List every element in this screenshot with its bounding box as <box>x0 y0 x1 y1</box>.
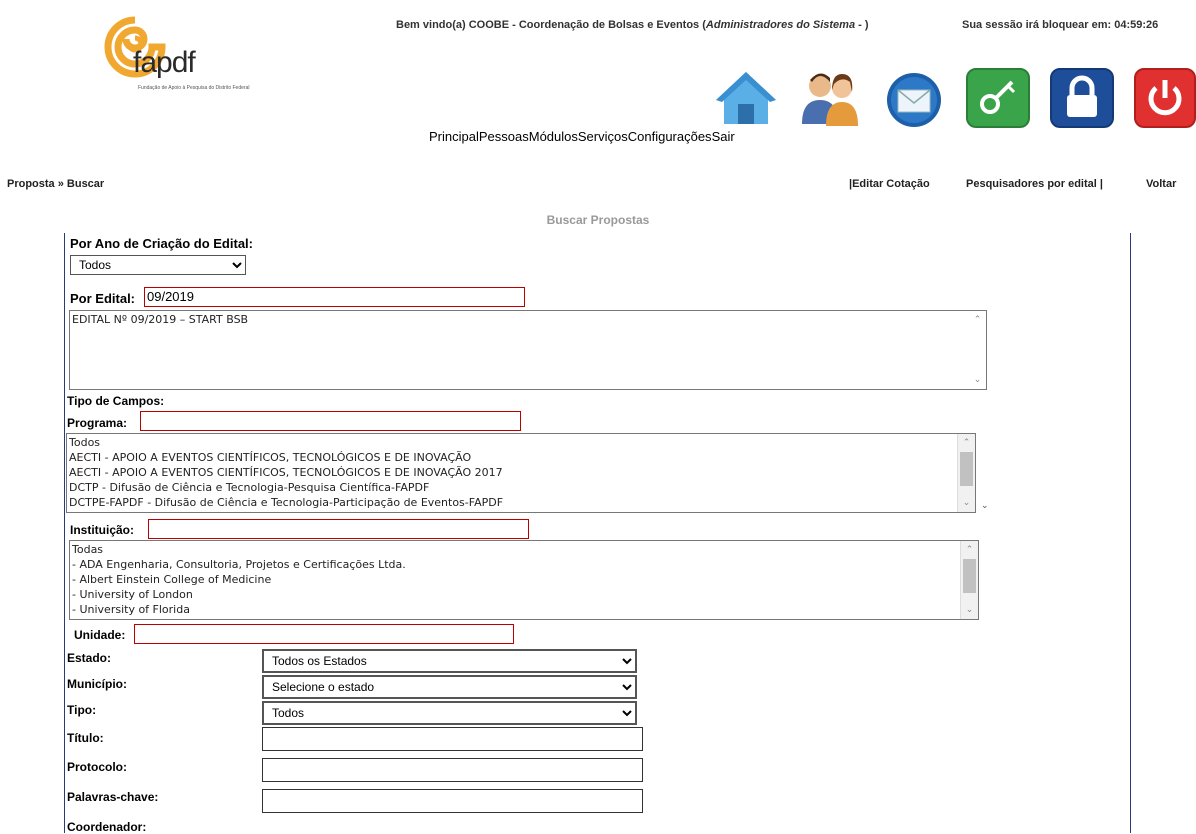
programa-listbox[interactable]: Todos AECTI - APOIO A EVENTOS CIENTÍFICO… <box>66 433 976 513</box>
link-editar-cotacao[interactable]: |Editar Cotação <box>849 178 930 190</box>
scroll-down-icon[interactable]: ⌄ <box>969 373 986 387</box>
nav-sair[interactable]: Sair <box>712 129 735 144</box>
instituicao-label: Instituição: <box>70 523 135 537</box>
titulo-label: Título: <box>67 731 104 745</box>
home-icon[interactable] <box>714 68 776 126</box>
programa-option[interactable]: AECTI - APOIO A EVENTOS CIENTÍFICOS, TEC… <box>69 450 975 465</box>
scroll-thumb[interactable] <box>960 452 973 486</box>
edital-option[interactable]: EDITAL Nº 09/2019 – START BSB <box>72 312 986 327</box>
session-timer: Sua sessão irá bloquear em: 04:59:26 <box>962 19 1159 31</box>
people-icon[interactable] <box>798 68 858 126</box>
frame-right-line <box>1130 233 1131 833</box>
instituicao-scrollbar[interactable]: ⌃ ⌄ <box>960 541 978 619</box>
frame-left-line <box>64 233 65 833</box>
estado-label: Estado: <box>67 651 112 665</box>
nav-pessoas[interactable]: Pessoas <box>479 129 529 144</box>
programa-input[interactable] <box>140 411 521 431</box>
main-nav: PrincipalPessoasMódulosServiçosConfigura… <box>429 129 735 144</box>
scroll-down-icon[interactable]: ⌄ <box>961 603 978 617</box>
instituicao-listbox[interactable]: Todas - ADA Engenharia, Consultoria, Pro… <box>69 540 979 620</box>
instituicao-input[interactable] <box>148 519 529 539</box>
palavras-chave-input[interactable] <box>262 789 643 813</box>
nav-configuracoes[interactable]: Configurações <box>628 129 712 144</box>
logo-subtitle: Fundação de Apoio à Pesquisa do Distrito… <box>138 85 250 91</box>
nav-modulos[interactable]: Módulos <box>529 129 578 144</box>
instituicao-option[interactable]: - Albert Einstein College of Medicine <box>72 572 978 587</box>
titulo-input[interactable] <box>262 727 643 751</box>
link-pesquisadores-edital[interactable]: Pesquisadores por edital | <box>966 178 1103 190</box>
instituicao-option[interactable]: Todas <box>72 542 978 557</box>
nav-servicos[interactable]: Serviços <box>578 129 628 144</box>
edital-input[interactable]: 09/2019 <box>144 287 525 307</box>
listbox-side-arrow-icon: ⌄ <box>981 500 989 510</box>
ano-select[interactable]: Todos <box>70 255 246 275</box>
tipo-label: Tipo: <box>67 703 97 717</box>
tipo-campos-label: Tipo de Campos: <box>67 394 165 408</box>
edital-label: Por Edital: <box>70 291 136 306</box>
programa-scrollbar[interactable]: ⌃ ⌄ <box>957 434 975 512</box>
coordenador-label: Coordenador: <box>67 820 147 834</box>
tipo-select[interactable]: Todos <box>262 701 637 725</box>
section-title: Buscar Propostas <box>546 213 650 227</box>
instituicao-option[interactable]: - University of Florida <box>72 602 978 617</box>
programa-label: Programa: <box>67 416 128 430</box>
instituicao-option[interactable]: - University of London <box>72 587 978 602</box>
scroll-down-icon[interactable]: ⌄ <box>958 496 975 510</box>
instituicao-option[interactable]: - ADA Engenharia, Consultoria, Projetos … <box>72 557 978 572</box>
estado-select[interactable]: Todos os Estados <box>262 649 637 673</box>
breadcrumb: Proposta » Buscar <box>7 178 105 190</box>
edital-listbox[interactable]: EDITAL Nº 09/2019 – START BSB ⌃ ⌄ <box>69 310 987 390</box>
welcome-text: Bem vindo(a) COOBE - Coordenação de Bols… <box>396 19 869 31</box>
programa-option[interactable]: DCTPE-FAPDF - Difusão de Ciência e Tecno… <box>69 495 975 510</box>
unidade-input[interactable] <box>134 624 514 644</box>
ano-label: Por Ano de Criação do Edital: <box>70 236 253 251</box>
scroll-thumb[interactable] <box>963 559 976 593</box>
municipio-label: Município: <box>67 677 127 691</box>
scroll-up-icon[interactable]: ⌃ <box>961 543 978 557</box>
scroll-up-icon[interactable]: ⌃ <box>958 436 975 450</box>
power-icon[interactable] <box>1134 68 1196 128</box>
key-icon[interactable] <box>966 68 1030 128</box>
palavras-chave-label: Palavras-chave: <box>67 790 159 804</box>
programa-option[interactable]: Todos <box>69 435 975 450</box>
programa-option[interactable]: DCTP - Difusão de Ciência e Tecnologia-P… <box>69 480 975 495</box>
protocolo-input[interactable] <box>262 758 643 782</box>
edital-scrollbar[interactable]: ⌃ ⌄ <box>969 311 986 389</box>
lock-icon[interactable] <box>1050 68 1114 128</box>
scroll-up-icon[interactable]: ⌃ <box>969 313 986 327</box>
link-voltar[interactable]: Voltar <box>1146 178 1176 190</box>
programa-option[interactable]: AECTI - APOIO A EVENTOS CIENTÍFICOS, TEC… <box>69 465 975 480</box>
protocolo-label: Protocolo: <box>67 760 127 774</box>
municipio-select[interactable]: Selecione o estado <box>262 675 637 699</box>
unidade-label: Unidade: <box>74 628 126 642</box>
mail-icon[interactable] <box>882 68 942 127</box>
logo-text: fapdf <box>133 46 196 79</box>
nav-principal[interactable]: Principal <box>429 129 479 144</box>
